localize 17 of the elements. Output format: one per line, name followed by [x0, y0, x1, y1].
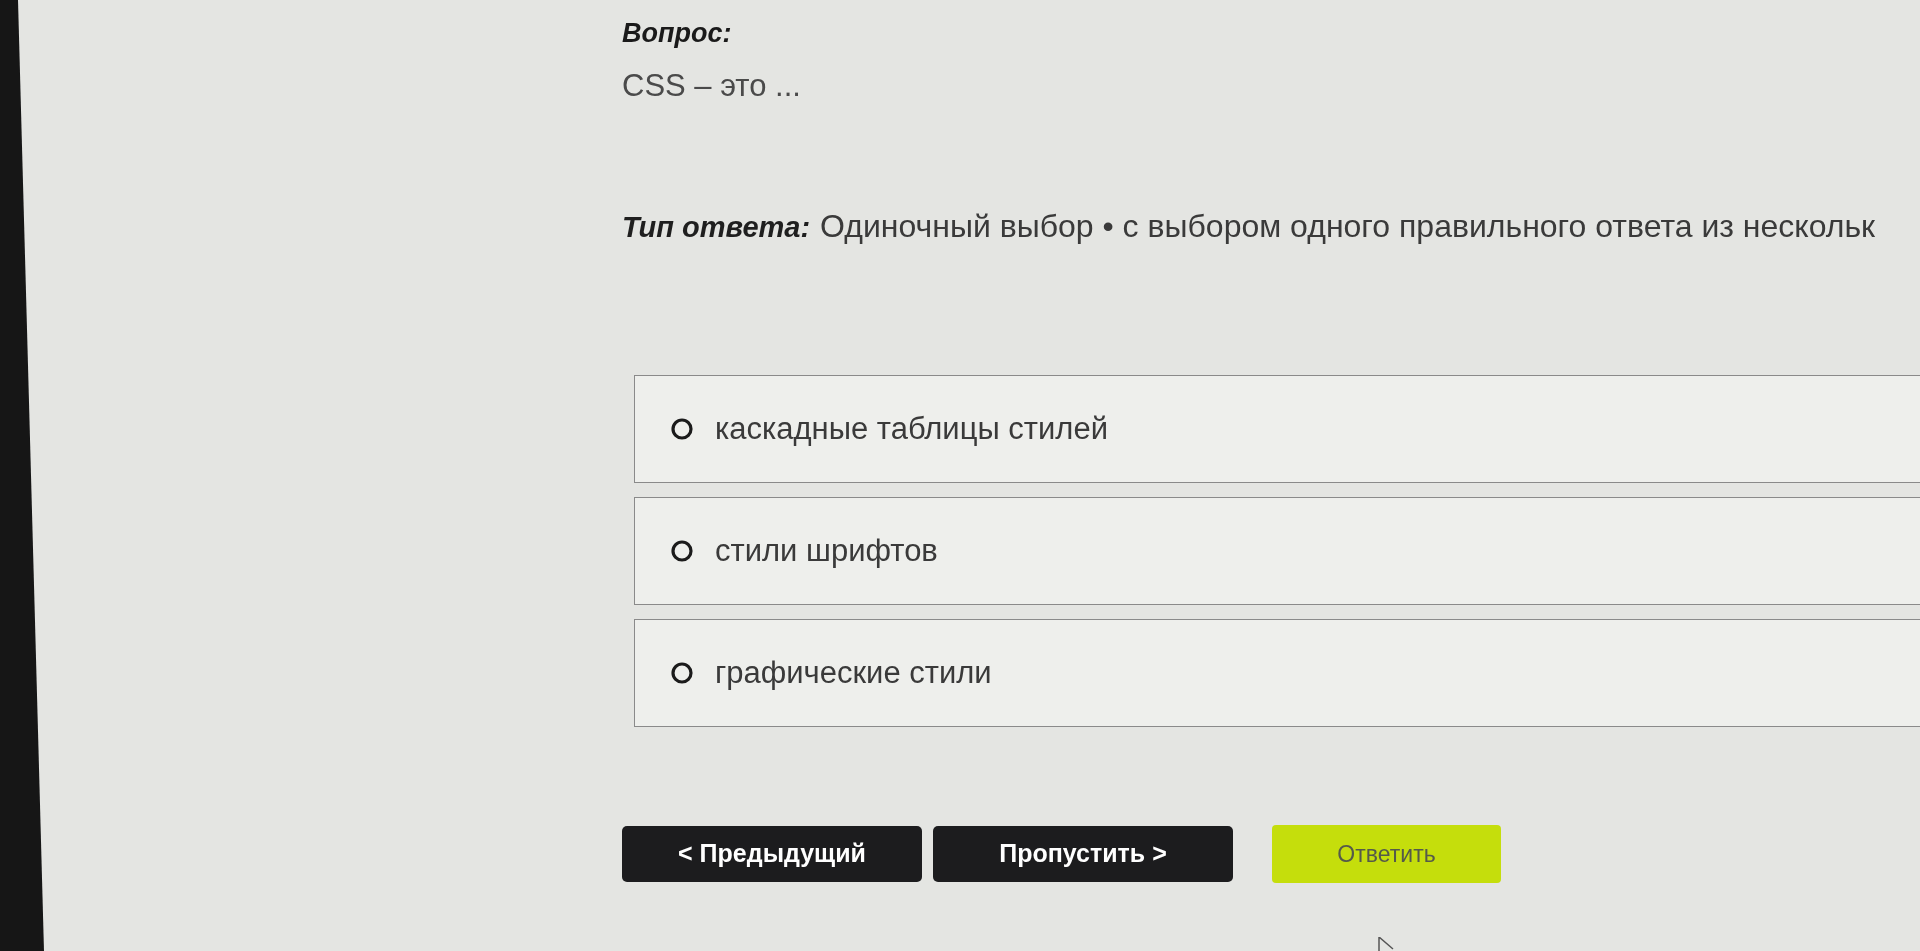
radio-button[interactable] [671, 418, 693, 440]
answer-option[interactable]: каскадные таблицы стилей [634, 375, 1920, 483]
answer-type-value: Одиночный выбор • с выбором одного правильного ответа из нескольк [820, 207, 1876, 246]
question-text: CSS – это ... [622, 67, 801, 105]
radio-button[interactable] [671, 662, 693, 684]
cursor-icon [1378, 937, 1394, 951]
question-label: Вопрос: [622, 17, 732, 50]
option-text: каскадные таблицы стилей [715, 409, 1108, 448]
answer-option[interactable]: стили шрифтов [634, 497, 1920, 605]
option-text: стили шрифтов [715, 531, 938, 570]
option-text: графические стили [715, 653, 992, 692]
answer-option[interactable]: графические стили [634, 619, 1920, 727]
nav-button[interactable]: < Предыдущий [622, 826, 922, 882]
radio-button[interactable] [671, 540, 693, 562]
nav-button[interactable]: Пропустить > [933, 826, 1233, 882]
answer-type-label: Тип ответа: [622, 210, 811, 245]
answer-button[interactable]: Ответить [1272, 825, 1501, 883]
